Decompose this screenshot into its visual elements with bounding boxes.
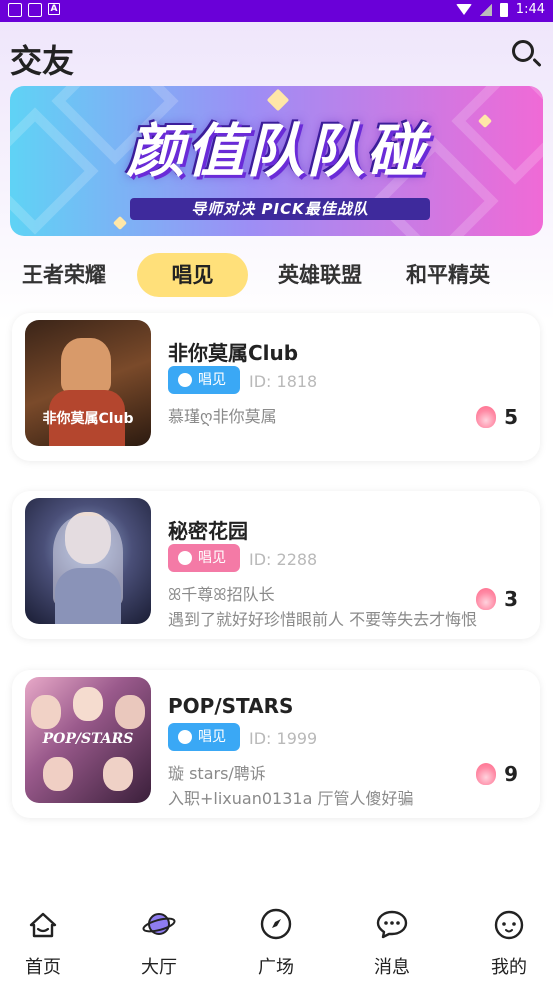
flame-icon [476, 763, 497, 785]
search-icon[interactable] [510, 38, 544, 72]
heat-indicator: 5 [476, 405, 518, 429]
nav-profile[interactable]: 我的 [474, 907, 544, 978]
tab-wangzhe[interactable]: 王者荣耀 [14, 253, 114, 297]
heat-count: 3 [504, 587, 518, 611]
room-card[interactable]: POP/STARS POP/STARS 唱见 ID: 1999 璇 stars/… [12, 670, 540, 818]
status-bar: A 1:44 [0, 0, 553, 22]
status-time: 1:44 [515, 2, 545, 17]
heat-indicator: 3 [476, 587, 518, 611]
room-name: POP/STARS [168, 694, 294, 718]
room-cover-image: 非你莫属Club [25, 320, 151, 446]
home-icon [29, 912, 57, 938]
room-id: ID: 1999 [249, 729, 318, 748]
tab-changjian[interactable]: 唱见 [137, 253, 248, 297]
banner-subtitle: 导师对决 PICK最佳战队 [130, 198, 430, 220]
nav-label: 首页 [25, 957, 61, 978]
category-tag: 唱见 [168, 723, 240, 751]
room-id: ID: 2288 [249, 550, 318, 569]
room-card[interactable]: 非你莫属Club 非你莫属Club 唱见 ID: 1818 慕瑾ღ非你莫属 5 [12, 313, 540, 461]
room-host: ꕤ千尊ꕤ招队长 [168, 585, 275, 604]
flame-icon [476, 588, 497, 610]
nav-square[interactable]: 广场 [241, 907, 311, 978]
room-intro: 入职+lixuan0131a 厅管人傻好骗 [168, 789, 414, 808]
mic-tag-icon [178, 551, 192, 565]
room-card[interactable]: 秘密花园 唱见 ID: 2288 ꕤ千尊ꕤ招队长 遇到了就好好珍惜眼前人 不要等… [12, 491, 540, 639]
sparkle-icon [112, 215, 128, 231]
category-tabs: 王者荣耀 唱见 英雄联盟 和平精英 [0, 253, 553, 297]
nav-label: 广场 [258, 957, 294, 978]
banner-title: 颜值队队碰 [126, 117, 427, 185]
tab-lol[interactable]: 英雄联盟 [270, 253, 370, 297]
room-id: ID: 1818 [249, 372, 318, 391]
wifi-icon [455, 4, 472, 15]
app-notification-icon: A [48, 3, 60, 15]
battery-icon [499, 2, 508, 17]
chat-bubble-icon [376, 910, 408, 939]
page-title: 交友 [10, 42, 75, 80]
category-tag: 唱见 [168, 366, 240, 394]
heat-count: 9 [504, 762, 518, 786]
signal-icon [479, 3, 492, 16]
profile-face-icon [494, 910, 524, 940]
nav-label: 大厅 [141, 957, 177, 978]
nav-home[interactable]: 首页 [8, 907, 78, 978]
tab-heping[interactable]: 和平精英 [398, 253, 498, 297]
mic-tag-icon [178, 373, 192, 387]
compass-icon [260, 908, 292, 940]
heat-count: 5 [504, 405, 518, 429]
promo-banner[interactable]: 颜值队队碰 导师对决 PICK最佳战队 [10, 86, 543, 236]
nav-hall[interactable]: 大厅 [124, 907, 194, 978]
nav-label: 消息 [374, 957, 410, 978]
heat-indicator: 9 [476, 762, 518, 786]
status-notifications: A [8, 3, 60, 17]
room-cover-image [25, 498, 151, 624]
room-name: 秘密花园 [168, 519, 248, 543]
mic-tag-icon [178, 730, 192, 744]
room-host: 慕瑾ღ非你莫属 [168, 407, 277, 426]
room-host: 璇 stars/聘诉 [168, 764, 266, 783]
nav-messages[interactable]: 消息 [357, 907, 427, 978]
room-cover-image: POP/STARS [25, 677, 151, 803]
room-name: 非你莫属Club [168, 341, 299, 365]
category-tag: 唱见 [168, 544, 240, 572]
flame-icon [476, 406, 497, 428]
bottom-nav: 首页 大厅 广场 消息 我的 [0, 893, 553, 987]
room-intro: 遇到了就好好珍惜眼前人 不要等失去才悔恨 [168, 610, 478, 629]
mail-notification-icon [8, 3, 22, 17]
planet-icon [142, 913, 176, 935]
mail-notification-icon [28, 3, 42, 17]
nav-label: 我的 [491, 957, 527, 978]
